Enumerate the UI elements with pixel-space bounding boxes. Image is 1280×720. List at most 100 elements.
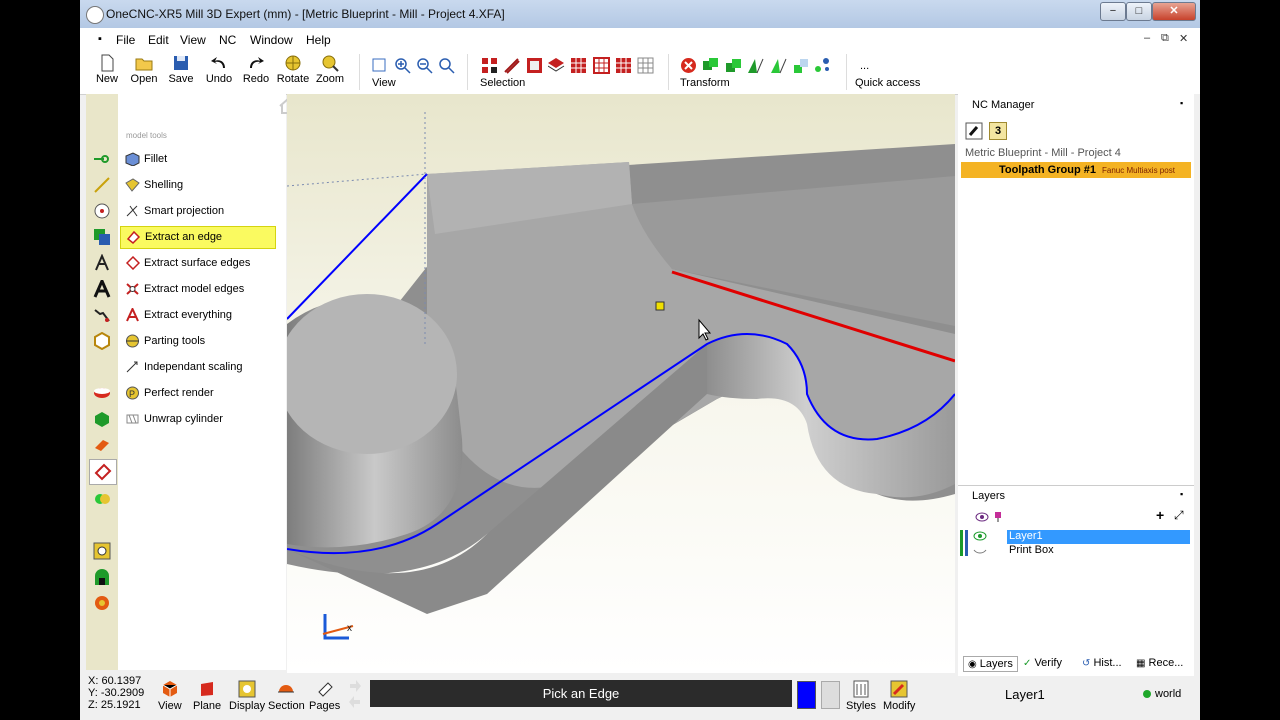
mdi-close-button[interactable]: ✕ [1179, 32, 1188, 45]
tool-extract-model-edges[interactable]: Extract model edges [120, 279, 274, 300]
quick-access-more-button[interactable]: ... [860, 60, 869, 72]
forward-arrow-icon[interactable] [348, 679, 362, 693]
zoom-fit-icon[interactable] [438, 57, 455, 74]
point-tool-icon[interactable] [93, 150, 111, 168]
toolpath-group-row[interactable]: Toolpath Group #1 Fanuc Multiaxis post [961, 162, 1191, 178]
back-arrow-icon[interactable] [348, 695, 362, 709]
tool-extract-everything[interactable]: Extract everything [120, 305, 274, 326]
tab-layers[interactable]: ◉ Layers [963, 656, 1018, 672]
scale-icon[interactable] [770, 57, 787, 74]
status-display-button[interactable]: Display [229, 680, 265, 712]
tool-fillet[interactable]: Fillet [120, 149, 274, 170]
move-icon[interactable] [702, 57, 719, 74]
feature-tool-icon[interactable] [93, 436, 111, 454]
select-surfaces-icon[interactable] [526, 57, 543, 74]
select-window-icon[interactable] [593, 57, 610, 74]
expand-layers-button[interactable]: ⤢ [1174, 508, 1184, 523]
rotate-button[interactable]: Rotate [276, 54, 310, 85]
color-pen-icon[interactable] [993, 511, 1003, 523]
tool-extract-surface-edges[interactable]: Extract surface edges [120, 253, 274, 274]
circle-tool-icon[interactable] [93, 202, 111, 220]
tool-parting-tools[interactable]: Parting tools [120, 331, 274, 352]
surface-tool-icon[interactable] [93, 384, 111, 402]
menu-file[interactable]: File [116, 33, 135, 47]
status-plane-button[interactable]: Plane [193, 680, 221, 712]
mirror-icon[interactable] [747, 57, 764, 74]
redo-button[interactable]: Redo [239, 54, 273, 85]
tool-independant-scaling[interactable]: Independant scaling [120, 357, 274, 378]
new-button[interactable]: New [90, 54, 124, 85]
status-section-button[interactable]: Section [268, 680, 305, 712]
hexagon-tool-icon[interactable] [93, 332, 111, 350]
layer-row[interactable]: Print Box [1007, 544, 1190, 558]
zoom-in-icon[interactable] [394, 57, 411, 74]
mdi-minimize-button[interactable]: – [1144, 32, 1150, 44]
open-button[interactable]: Open [127, 54, 161, 85]
eye-icon[interactable] [975, 511, 989, 523]
tool-shelling[interactable]: Shelling [120, 175, 274, 196]
zoom-button[interactable]: Zoom [313, 54, 347, 85]
solid-tool-icon[interactable] [93, 410, 111, 428]
layers-pin-icon[interactable]: ▪ [1180, 489, 1183, 499]
nc-tool-icon[interactable] [965, 122, 983, 140]
array-icon[interactable] [792, 57, 809, 74]
model-tools-tab[interactable] [89, 459, 117, 485]
tab-recent[interactable]: ▦ Rece... [1136, 657, 1183, 669]
tab-verify[interactable]: ✓ Verify [1023, 657, 1062, 669]
model-view[interactable]: x [287, 94, 955, 673]
close-button[interactable]: ✕ [1152, 2, 1196, 21]
menu-window[interactable]: Window [250, 33, 293, 47]
view-window-icon[interactable] [371, 57, 388, 74]
world-coordinate-indicator[interactable]: world [1155, 688, 1181, 700]
drill-tool-icon[interactable] [93, 542, 111, 560]
line-tool-icon[interactable] [93, 176, 111, 194]
status-styles-button[interactable]: Styles [846, 680, 876, 712]
nc-badge[interactable]: 3 [989, 122, 1007, 140]
copy-icon[interactable] [725, 57, 742, 74]
tool-perfect-render[interactable]: P Perfect render [120, 383, 274, 404]
graphics-viewport[interactable]: x [287, 94, 955, 673]
select-lines-icon[interactable] [503, 57, 520, 74]
pocket-tool-icon[interactable] [93, 568, 111, 586]
layer-row-selected[interactable]: Layer1 [1007, 530, 1190, 544]
mdi-restore-button[interactable]: ⧉ [1161, 32, 1169, 45]
select-grid-icon[interactable] [570, 57, 587, 74]
system-menu-icon[interactable]: ▪ [98, 33, 102, 45]
menu-edit[interactable]: Edit [148, 33, 169, 47]
assembly-tool-icon[interactable] [93, 490, 111, 508]
menu-nc[interactable]: NC [219, 33, 236, 47]
select-points-icon[interactable] [481, 57, 498, 74]
gear-icon[interactable] [93, 594, 111, 612]
menu-view[interactable]: View [180, 33, 206, 47]
delete-icon[interactable] [680, 57, 697, 74]
polar-array-icon[interactable] [814, 57, 831, 74]
undo-button[interactable]: Undo [202, 54, 236, 85]
tool-unwrap-cylinder[interactable]: Unwrap cylinder [120, 409, 274, 430]
edit-tool-icon[interactable] [93, 306, 111, 324]
select-solids-icon[interactable] [548, 57, 565, 74]
deselect-icon[interactable] [637, 57, 654, 74]
save-button[interactable]: Save [164, 54, 198, 85]
status-view-button[interactable]: View [158, 680, 182, 712]
tool-extract-an-edge[interactable]: Extract an edge [120, 226, 276, 249]
spline-tool-icon[interactable] [93, 228, 111, 246]
current-color-swatch[interactable] [797, 681, 816, 709]
dimension-tool-icon[interactable] [93, 254, 111, 272]
status-pages-button[interactable]: Pages [309, 680, 340, 712]
layer-hidden-icon[interactable] [973, 544, 987, 556]
secondary-color-swatch[interactable] [821, 681, 840, 709]
maximize-button[interactable]: □ [1126, 2, 1152, 21]
minimize-button[interactable]: − [1100, 2, 1126, 21]
select-all-icon[interactable] [615, 57, 632, 74]
nc-tree-root[interactable]: Metric Blueprint - Mill - Project 4 [965, 147, 1121, 159]
pin-icon[interactable]: ▪ [1180, 98, 1183, 108]
tab-history[interactable]: ↺ Hist... [1082, 657, 1122, 669]
add-layer-button[interactable]: + [1156, 507, 1164, 523]
text-tool-icon[interactable] [93, 280, 111, 298]
zoom-out-icon[interactable] [416, 57, 433, 74]
right-scrollbar[interactable] [1194, 94, 1200, 676]
menu-help[interactable]: Help [306, 33, 331, 47]
layer-visible-icon[interactable] [973, 530, 987, 542]
tool-smart-projection[interactable]: Smart projection [120, 201, 274, 222]
status-modify-button[interactable]: Modify [883, 680, 915, 712]
